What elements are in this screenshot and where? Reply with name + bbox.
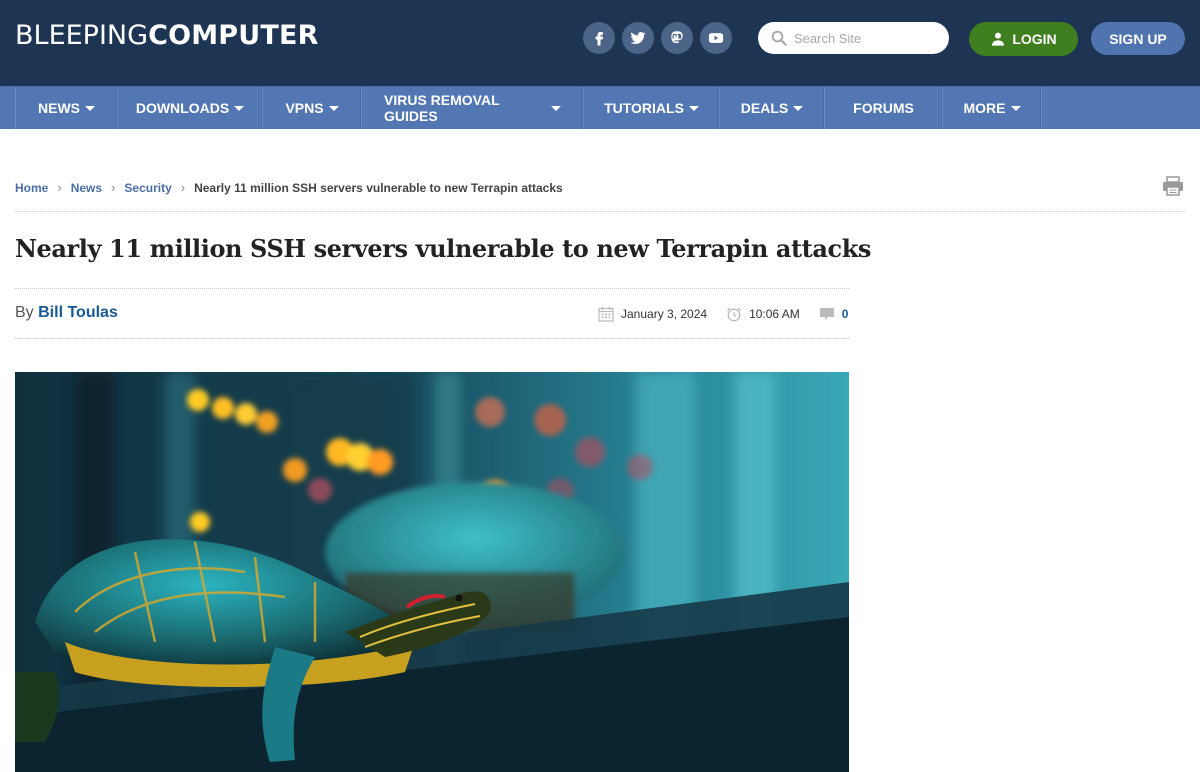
logo-bold-text: COMPUTER bbox=[148, 20, 319, 51]
clock-icon bbox=[727, 307, 742, 322]
nav-label: FORUMS bbox=[853, 100, 914, 116]
nav-item-more[interactable]: MORE bbox=[943, 87, 1042, 129]
breadcrumb-security[interactable]: Security bbox=[124, 181, 171, 195]
signup-button[interactable]: SIGN UP bbox=[1091, 22, 1185, 55]
by-label: By bbox=[15, 304, 34, 321]
signup-label: SIGN UP bbox=[1109, 30, 1167, 47]
breadcrumb-divider bbox=[15, 211, 1185, 212]
nav-item-tutorials[interactable]: TUTORIALS bbox=[584, 87, 720, 129]
caret-down-icon bbox=[328, 106, 339, 111]
byline: By Bill Toulas bbox=[15, 304, 118, 322]
mastodon-icon bbox=[671, 31, 683, 44]
twitter-button[interactable] bbox=[622, 22, 654, 54]
youtube-icon bbox=[708, 33, 724, 43]
nav-label: VPNS bbox=[285, 100, 324, 116]
nav-item-news[interactable]: NEWS bbox=[15, 87, 118, 129]
turtles-server-illustration bbox=[15, 372, 849, 772]
caret-down-icon bbox=[85, 106, 95, 111]
caret-down-icon bbox=[551, 106, 561, 111]
youtube-button[interactable] bbox=[700, 22, 732, 54]
nav-item-forums[interactable]: FORUMS bbox=[825, 87, 943, 129]
nav-label: TUTORIALS bbox=[604, 100, 684, 116]
user-icon bbox=[992, 32, 1005, 46]
article-meta: January 3, 2024 10:06 AM 0 bbox=[598, 306, 848, 322]
author-link[interactable]: Bill Toulas bbox=[38, 304, 118, 321]
chevron-right-icon: › bbox=[180, 180, 186, 195]
nav-item-deals[interactable]: DEALS bbox=[720, 87, 825, 129]
breadcrumb-home[interactable]: Home bbox=[15, 181, 48, 195]
article-hero-image bbox=[15, 372, 849, 772]
caret-down-icon bbox=[234, 106, 245, 111]
breadcrumb-news[interactable]: News bbox=[71, 181, 102, 195]
nav-item-vpns[interactable]: VPNS bbox=[263, 87, 362, 129]
calendar-icon bbox=[598, 307, 614, 322]
nav-item-downloads[interactable]: DOWNLOADS bbox=[118, 87, 263, 129]
breadcrumb-current: Nearly 11 million SSH servers vulnerable… bbox=[194, 180, 563, 195]
social-links bbox=[583, 22, 732, 54]
nav-label: DEALS bbox=[740, 100, 789, 116]
main-nav: NEWS DOWNLOADS VPNS VIRUS REMOVAL GUIDES… bbox=[0, 86, 1200, 129]
facebook-button[interactable] bbox=[583, 22, 615, 54]
breadcrumb: Home › News › Security › Nearly 11 milli… bbox=[15, 180, 563, 195]
search-box[interactable] bbox=[758, 22, 949, 54]
facebook-icon bbox=[595, 32, 603, 46]
search-icon bbox=[771, 30, 787, 46]
login-label: LOGIN bbox=[1012, 31, 1057, 47]
publish-date: January 3, 2024 bbox=[621, 307, 708, 321]
caret-down-icon bbox=[793, 106, 804, 111]
title-divider bbox=[15, 288, 849, 289]
comment-count[interactable]: 0 bbox=[842, 307, 849, 321]
nav-label: DOWNLOADS bbox=[135, 100, 230, 116]
nav-item-virus-removal-guides[interactable]: VIRUS REMOVAL GUIDES bbox=[362, 87, 584, 129]
login-button[interactable]: LOGIN bbox=[969, 22, 1078, 56]
meta-divider bbox=[15, 338, 849, 339]
print-icon[interactable] bbox=[1162, 176, 1184, 196]
chevron-right-icon: › bbox=[111, 180, 116, 195]
site-logo[interactable]: BLEEPING COMPUTER bbox=[15, 20, 319, 56]
chevron-right-icon: › bbox=[57, 180, 62, 195]
nav-label: VIRUS REMOVAL GUIDES bbox=[384, 92, 500, 124]
nav-label: NEWS bbox=[38, 100, 80, 116]
publish-time: 10:06 AM bbox=[749, 307, 800, 321]
caret-down-icon bbox=[1010, 106, 1021, 111]
comment-icon[interactable] bbox=[819, 306, 835, 322]
caret-down-icon bbox=[688, 106, 699, 111]
twitter-icon bbox=[630, 31, 646, 44]
mastodon-button[interactable] bbox=[661, 22, 693, 54]
search-input[interactable] bbox=[794, 30, 934, 46]
article-title: Nearly 11 million SSH servers vulnerable… bbox=[15, 234, 872, 263]
nav-label: MORE bbox=[963, 100, 1006, 116]
site-header: BLEEPINGCOMPUTER LOGIN SIGN UP bbox=[0, 0, 1200, 86]
logo-light-text: BLEEPING bbox=[15, 20, 149, 51]
